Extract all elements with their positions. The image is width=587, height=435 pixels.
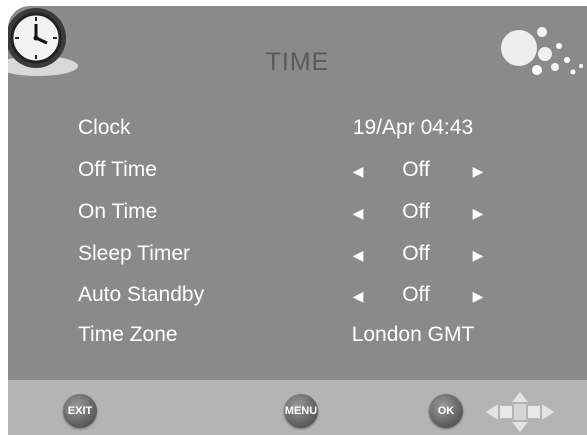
arrow-right-icon[interactable]: ▶ bbox=[471, 200, 485, 226]
row-value: Off bbox=[402, 158, 430, 181]
arrow-left-icon[interactable]: ◀ bbox=[351, 200, 365, 226]
row-value: London GMT bbox=[351, 323, 475, 346]
row-label: Auto Standby bbox=[78, 283, 205, 306]
arrow-right-icon[interactable]: ▶ bbox=[471, 242, 485, 268]
footer-bar: EXIT MENU OK bbox=[8, 380, 587, 435]
menu-row-auto-standby[interactable]: Auto Standby ◀ Off ▶ bbox=[8, 279, 587, 313]
row-label: Time Zone bbox=[78, 323, 178, 346]
menu-row-on-time[interactable]: On Time ◀ Off ▶ bbox=[8, 196, 587, 230]
arrow-left-icon[interactable]: ◀ bbox=[351, 283, 365, 309]
row-label: Off Time bbox=[78, 158, 157, 181]
exit-button[interactable]: EXIT bbox=[63, 394, 97, 428]
menu-row-off-time[interactable]: Off Time ◀ Off ▶ bbox=[8, 154, 587, 188]
row-label: Clock bbox=[78, 116, 131, 139]
row-value: 19/Apr 04:43 bbox=[352, 116, 474, 139]
arrow-left-icon[interactable]: ◀ bbox=[351, 242, 365, 268]
arrow-right-icon[interactable]: ▶ bbox=[471, 283, 485, 309]
time-menu-screen: TIME Clock 19/Apr 04:43 Off Time ◀ Off ▶… bbox=[8, 6, 587, 435]
menu-row-clock[interactable]: Clock 19/Apr 04:43 bbox=[8, 112, 587, 146]
arrow-right-icon[interactable]: ▶ bbox=[471, 158, 485, 184]
row-value: Off bbox=[402, 200, 430, 223]
menu-row-time-zone[interactable]: Time Zone London GMT bbox=[8, 319, 587, 353]
ok-button[interactable]: OK bbox=[429, 394, 463, 428]
bubbles-icon bbox=[501, 27, 583, 75]
row-value: Off bbox=[402, 242, 430, 265]
menu-button[interactable]: MENU bbox=[284, 394, 318, 428]
arrow-left-icon[interactable]: ◀ bbox=[351, 158, 365, 184]
menu-row-sleep-timer[interactable]: Sleep Timer ◀ Off ▶ bbox=[8, 238, 587, 272]
row-label: Sleep Timer bbox=[78, 242, 191, 265]
dpad-icon bbox=[486, 392, 554, 432]
row-value: Off bbox=[402, 283, 430, 306]
row-label: On Time bbox=[78, 200, 158, 223]
